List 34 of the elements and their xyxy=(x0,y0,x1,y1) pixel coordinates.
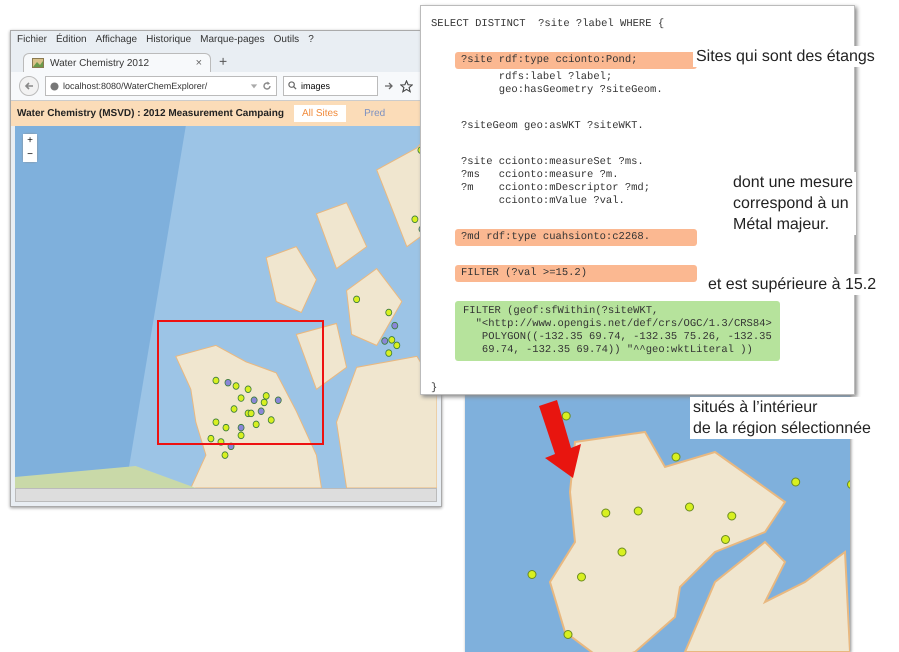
menu-item[interactable]: ? xyxy=(308,34,314,45)
close-tab-button[interactable]: × xyxy=(196,57,202,69)
new-tab-button[interactable]: + xyxy=(219,53,228,72)
highlighted-code-text: ?md rdf:type cuahsionto:c2268. xyxy=(455,229,697,246)
code-text: ?siteGeom geo:asWKT ?siteWKT. xyxy=(460,119,645,134)
search-icon xyxy=(288,81,297,90)
code-text: rdfs:label ?label; geo:hasGeometry ?siteGeom. xyxy=(498,70,664,98)
scrollbar[interactable] xyxy=(15,488,437,502)
image-icon xyxy=(32,58,44,68)
menu-item[interactable]: Marque-pages xyxy=(200,34,265,45)
app-title: Water Chemistry (MSVD) : 2012 Measurement Campaing xyxy=(17,108,284,119)
menu-item[interactable]: Outils xyxy=(274,34,300,45)
reload-icon[interactable] xyxy=(262,81,272,91)
menu-item[interactable]: Affichage xyxy=(96,34,138,45)
menu-item[interactable]: Édition xyxy=(56,34,87,45)
dropdown-icon[interactable] xyxy=(250,82,258,90)
browser-tab[interactable]: Water Chemistry 2012 × xyxy=(23,53,211,72)
menu-item[interactable]: Fichier xyxy=(17,34,48,45)
highlighted-code-text: FILTER (geof:sfWithin(?siteWKT, "<http://www.opengis.net/def/crs/OGC/1.3/CRS84> POLYGON((-132.35 69.74, -132.35 75.26, -132.35 69.74, -132.35 69.74)) "^^geo:wktLiteral )) xyxy=(455,301,780,361)
zoom-out-button[interactable]: − xyxy=(23,148,37,162)
menu-item[interactable]: Historique xyxy=(146,34,192,45)
code-text: } xyxy=(430,381,438,396)
address-bar[interactable]: localhost:8080/WaterChemExplorer/ xyxy=(45,76,277,96)
highlighted-code-text: FILTER (?val >=15.2) xyxy=(455,265,697,282)
highlighted-code-text: ?site rdf:type ccionto:Pond; xyxy=(455,52,697,69)
search-field[interactable]: images xyxy=(283,76,378,96)
back-icon xyxy=(24,81,34,91)
go-arrow-icon[interactable] xyxy=(384,81,394,91)
zoom-in-button[interactable]: + xyxy=(23,134,37,148)
tab-title: Water Chemistry 2012 xyxy=(50,58,150,68)
code-text: ?site ccionto:measureSet ?ms. ?ms ccionto:measure ?m. ?m ccionto:mDescriptor ?md; ccionto:mValue ?val. xyxy=(460,155,652,209)
back-button[interactable] xyxy=(19,76,39,96)
code-text: SELECT DISTINCT ?site ?label WHERE { xyxy=(430,17,666,32)
star-icon[interactable] xyxy=(400,80,413,92)
